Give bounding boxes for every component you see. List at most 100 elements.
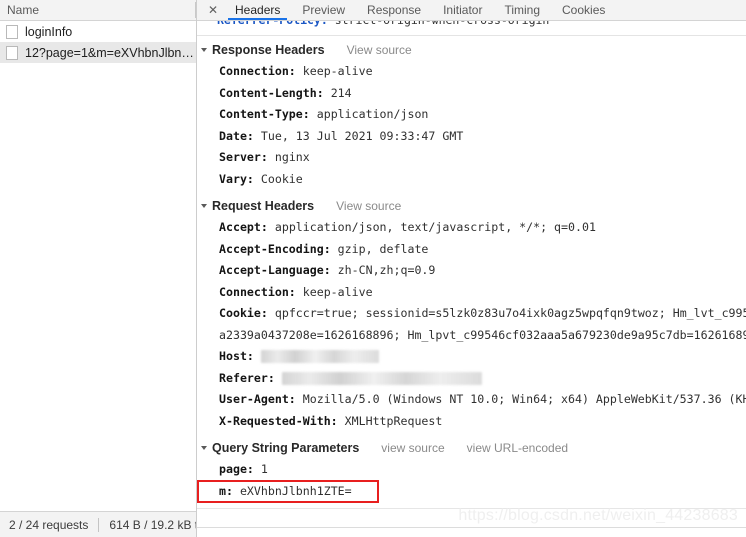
- header-value: Cookie: [260, 171, 303, 186]
- tab-preview[interactable]: Preview: [291, 0, 356, 20]
- headers-scroll-area[interactable]: Response Headers View source Connection:…: [197, 36, 746, 537]
- response-headers-section: Response Headers View source Connection:…: [197, 39, 746, 190]
- view-source-link[interactable]: view source: [381, 441, 444, 455]
- header-key: Cookie:: [219, 306, 268, 320]
- header-key: Server:: [219, 150, 268, 164]
- bottom-strip: [197, 527, 746, 537]
- query-param-row: page: 1: [197, 459, 746, 481]
- request-headers-section: Request Headers View source Accept: appl…: [197, 195, 746, 432]
- header-row: Host:: [197, 346, 746, 368]
- chevron-down-icon[interactable]: [201, 446, 207, 450]
- clipped-header-row: Referrer-Policy: strict-origin-when-cros…: [197, 21, 746, 36]
- header-key: Host:: [219, 349, 254, 363]
- name-column-label: Name: [7, 3, 40, 17]
- header-value: XMLHttpRequest: [344, 413, 443, 428]
- clipped-header-value: strict-origin-when-cross-origin: [335, 21, 550, 27]
- status-bar: 2 / 24 requests 614 B / 19.2 kB t: [0, 511, 196, 537]
- header-key: Accept-Language:: [219, 263, 331, 277]
- header-key: Accept-Encoding:: [219, 241, 331, 256]
- tab-cookies[interactable]: Cookies: [551, 0, 616, 20]
- view-source-link[interactable]: View source: [336, 199, 401, 213]
- header-value: nginx: [274, 150, 310, 164]
- header-row: User-Agent: Mozilla/5.0 (Windows NT 10.0…: [197, 389, 746, 411]
- header-value: application/json: [316, 107, 429, 121]
- requests-count: 2 / 24 requests: [9, 517, 89, 532]
- tab-label: Timing: [504, 3, 541, 17]
- tab-response[interactable]: Response: [356, 0, 432, 20]
- query-string-parameters-header[interactable]: Query String Parameters view source view…: [197, 437, 746, 459]
- query-string-parameters-section: Query String Parameters view source view…: [197, 437, 746, 509]
- tab-timing[interactable]: Timing: [493, 0, 551, 20]
- redacted-host-value: [260, 350, 379, 363]
- header-value: keep-alive: [302, 64, 373, 78]
- query-param-key: page:: [219, 462, 254, 476]
- header-row: Referer:: [197, 368, 746, 390]
- query-param-key: m:: [219, 483, 233, 498]
- header-row: X-Requested-With: XMLHttpRequest: [197, 411, 746, 433]
- section-title: Query String Parameters: [212, 441, 360, 455]
- header-key: Content-Type:: [219, 107, 310, 121]
- header-row: Cookie: qpfccr=true; sessionid=s5lzk0z83…: [197, 303, 746, 325]
- header-value: zh-CN,zh;q=0.9: [337, 263, 436, 277]
- response-headers-list: Connection: keep-alive Content-Length: 2…: [197, 61, 746, 190]
- request-detail-panel: ✕ Headers Preview Response Initiator Tim…: [197, 0, 746, 537]
- header-row: Accept-Encoding: gzip, deflate: [197, 239, 746, 261]
- request-headers-header[interactable]: Request Headers View source: [197, 195, 746, 217]
- header-key: Connection:: [219, 284, 296, 299]
- clipped-header-key: Referrer-Policy:: [217, 21, 328, 27]
- header-key: User-Agent:: [219, 392, 296, 406]
- header-row: Accept: application/json, text/javascrip…: [197, 217, 746, 239]
- response-headers-header[interactable]: Response Headers View source: [197, 39, 746, 61]
- header-value: qpfccr=true; sessionid=s5lzk0z83u7o4ixk0…: [274, 306, 746, 320]
- watermark: https://blog.csdn.net/weixin_44238683: [458, 507, 738, 524]
- header-value: Tue, 13 Jul 2021 09:33:47 GMT: [260, 128, 464, 143]
- query-param-row: m: eXVhbnJlbnh1ZTE=: [197, 481, 746, 503]
- header-value: application/json, text/javascript, */*; …: [274, 220, 596, 234]
- redacted-referer-value: [281, 371, 482, 385]
- chevron-down-icon[interactable]: [201, 48, 207, 52]
- view-url-encoded-link[interactable]: view URL-encoded: [467, 441, 568, 455]
- tab-label: Cookies: [562, 3, 606, 17]
- detail-tab-bar: ✕ Headers Preview Response Initiator Tim…: [197, 0, 746, 21]
- header-value: Mozilla/5.0 (Windows NT 10.0; Win64; x64…: [302, 392, 746, 406]
- tab-label: Preview: [302, 3, 346, 17]
- header-key: Date:: [219, 128, 254, 143]
- request-name: loginInfo: [25, 24, 73, 39]
- section-title: Request Headers: [212, 199, 315, 213]
- close-icon[interactable]: ✕: [202, 0, 224, 20]
- header-value: 214: [330, 85, 352, 100]
- header-row: Content-Length: 214: [197, 83, 746, 105]
- section-title: Response Headers: [212, 43, 325, 57]
- header-key: Connection:: [219, 64, 296, 78]
- header-key: Content-Length:: [219, 85, 324, 100]
- query-param-value: eXVhbnJlbnh1ZTE=: [239, 483, 352, 498]
- request-list[interactable]: loginInfo 12?page=1&m=eXVhbnJlbnh...: [0, 21, 196, 511]
- transfer-size: 614 B / 19.2 kB t: [109, 517, 196, 532]
- header-row: Server: nginx: [197, 147, 746, 169]
- tab-initiator[interactable]: Initiator: [432, 0, 493, 20]
- header-row: Date: Tue, 13 Jul 2021 09:33:47 GMT: [197, 126, 746, 148]
- name-column-header[interactable]: Name: [0, 0, 196, 21]
- header-key: Accept:: [219, 220, 268, 234]
- header-value: gzip, deflate: [337, 241, 429, 256]
- header-value: keep-alive: [302, 284, 373, 299]
- request-list-panel: Name loginInfo 12?page=1&m=eXVhbnJlbnh..…: [0, 0, 197, 537]
- view-source-link[interactable]: View source: [347, 43, 412, 57]
- document-icon: [6, 24, 18, 39]
- chevron-down-icon[interactable]: [201, 204, 207, 208]
- request-headers-list: Accept: application/json, text/javascrip…: [197, 217, 746, 432]
- devtools-network-panel: Name loginInfo 12?page=1&m=eXVhbnJlbnh..…: [0, 0, 746, 537]
- header-key: X-Requested-With:: [219, 413, 338, 428]
- tab-label: Initiator: [443, 3, 483, 17]
- request-name: 12?page=1&m=eXVhbnJlbnh...: [25, 45, 196, 60]
- header-row: Accept-Language: zh-CN,zh;q=0.9: [197, 260, 746, 282]
- query-string-parameters-list: page: 1 m: eXVhbnJlbnh1ZTE=: [197, 459, 746, 503]
- header-row: Connection: keep-alive: [197, 61, 746, 83]
- tab-label: Response: [367, 3, 422, 17]
- header-row: Vary: Cookie: [197, 169, 746, 191]
- document-icon: [6, 45, 18, 60]
- tab-headers[interactable]: Headers: [224, 0, 291, 20]
- list-item[interactable]: loginInfo: [0, 21, 196, 42]
- list-item[interactable]: 12?page=1&m=eXVhbnJlbnh...: [0, 42, 196, 63]
- query-param-value: 1: [260, 462, 268, 476]
